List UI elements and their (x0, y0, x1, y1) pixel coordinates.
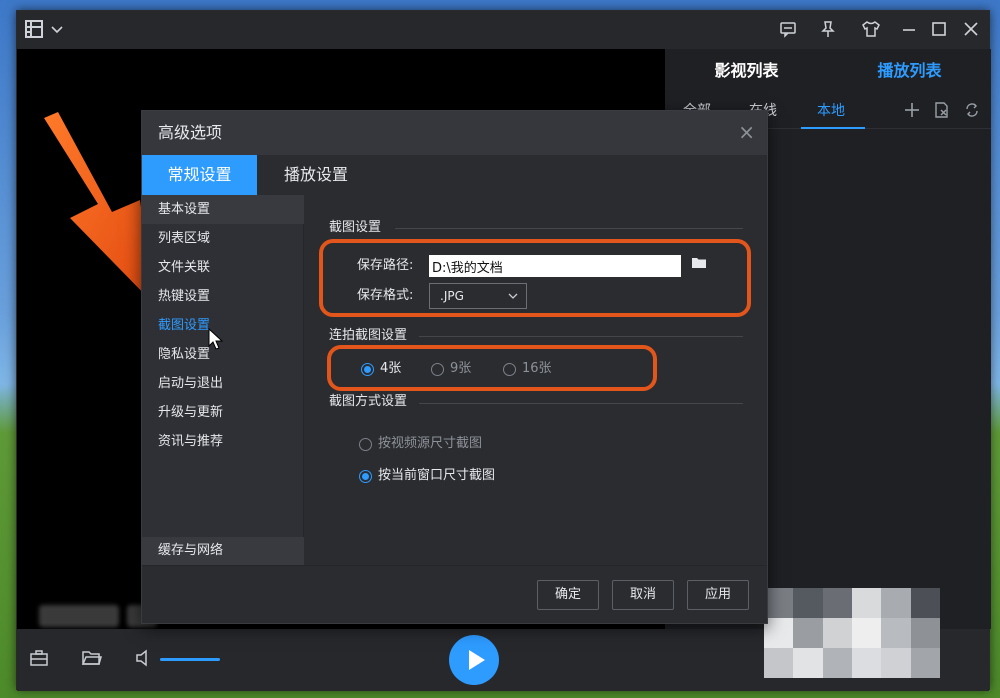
tab-general-settings[interactable]: 常规设置 (142, 155, 257, 195)
subtab-local[interactable]: 本地 (817, 93, 845, 129)
settings-sidebar: 基本设置 列表区域 文件关联 热键设置 截图设置 隐私设置 启动与退出 升级与更… (142, 195, 304, 565)
open-folder-icon[interactable] (81, 649, 103, 672)
dialog-header: 高级选项 × (142, 111, 767, 155)
section-divider (419, 336, 743, 337)
advanced-options-dialog: 高级选项 × 常规设置 播放设置 基本设置 列表区域 文件关联 热键设置 截图设… (141, 110, 768, 624)
grid-menu-icon[interactable] (25, 20, 43, 43)
sidebar-item-basic[interactable]: 基本设置 (142, 195, 304, 224)
add-icon[interactable] (903, 101, 921, 124)
tab-playback-settings[interactable]: 播放设置 (257, 155, 375, 195)
close-icon[interactable]: × (738, 121, 755, 143)
refresh-icon[interactable] (963, 101, 981, 124)
play-icon (468, 650, 485, 670)
play-button[interactable] (449, 635, 499, 685)
volume-icon[interactable] (135, 649, 153, 672)
subtab-underline (801, 127, 865, 129)
mosaic-overlay (764, 588, 940, 678)
volume-slider[interactable] (160, 658, 220, 661)
apply-button[interactable]: 应用 (687, 580, 749, 610)
mouse-cursor-icon (208, 328, 224, 350)
section-divider (395, 228, 743, 229)
sidebar-item-update[interactable]: 升级与更新 (142, 398, 304, 427)
section-divider (419, 403, 743, 404)
delete-file-icon[interactable] (933, 101, 951, 124)
section-title-burst: 连拍截图设置 (329, 328, 408, 343)
highlight-box-burst (327, 345, 657, 391)
sidebar-item-startup-exit[interactable]: 启动与退出 (142, 369, 304, 398)
highlight-box-screenshot (319, 239, 751, 317)
dialog-title: 高级选项 (158, 123, 223, 142)
pin-icon[interactable] (819, 20, 837, 43)
skin-icon[interactable] (861, 20, 881, 43)
tab-video-list[interactable]: 影视列表 (665, 49, 828, 93)
sidebar-item-cache-network[interactable]: 缓存与网络 (142, 537, 304, 565)
radio-label: 按视频源尺寸截图 (378, 436, 483, 451)
section-title-screenshot: 截图设置 (329, 220, 382, 235)
sidebar-item-news[interactable]: 资讯与推荐 (142, 427, 304, 456)
radio-mode-source[interactable]: 按视频源尺寸截图 (359, 435, 482, 453)
sidebar-item-hotkeys[interactable]: 热键设置 (142, 282, 304, 311)
radio-dot (359, 437, 372, 451)
close-icon[interactable] (963, 20, 979, 43)
cancel-button[interactable]: 取消 (612, 580, 674, 610)
ok-button[interactable]: 确定 (537, 580, 599, 610)
chevron-down-icon[interactable] (51, 20, 63, 43)
section-title-mode: 截图方式设置 (329, 394, 408, 409)
minimize-icon[interactable] (901, 20, 917, 43)
title-bar (17, 11, 989, 49)
blurred-text (39, 605, 119, 627)
toolbox-icon[interactable] (29, 649, 49, 672)
sidebar-item-list-area[interactable]: 列表区域 (142, 224, 304, 253)
dialog-tabs: 常规设置 播放设置 (142, 155, 767, 195)
playlist-tabs: 影视列表 播放列表 (665, 49, 991, 93)
sidebar-item-file-assoc[interactable]: 文件关联 (142, 253, 304, 282)
chat-icon[interactable] (779, 20, 797, 43)
settings-content: 截图设置 保存路径: 保存格式: .JPG 连拍截图设置 4张 9张 16张 截… (305, 195, 767, 565)
radio-mode-window[interactable]: 按当前窗口尺寸截图 (359, 467, 495, 485)
maximize-icon[interactable] (931, 20, 947, 43)
tab-play-list[interactable]: 播放列表 (828, 49, 991, 93)
radio-dot (359, 469, 372, 483)
radio-label: 按当前窗口尺寸截图 (378, 468, 496, 483)
dialog-footer: 确定 取消 应用 (142, 565, 767, 623)
